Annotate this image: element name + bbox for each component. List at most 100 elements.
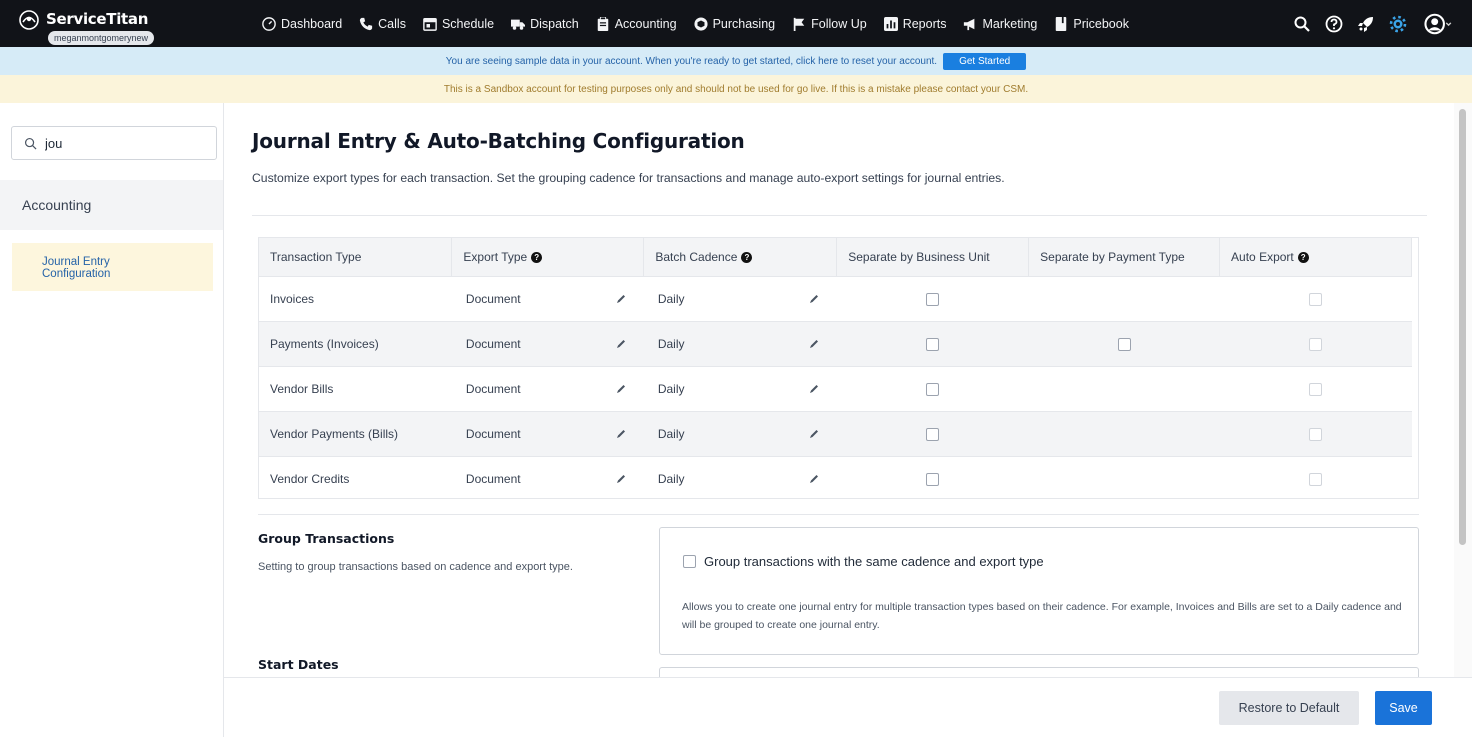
auto-export-checkbox[interactable] (1309, 292, 1323, 306)
get-started-button[interactable]: Get Started (943, 52, 1027, 70)
group-transactions-checkbox[interactable] (683, 555, 696, 568)
cell-batch-cadence[interactable]: Daily (643, 410, 837, 456)
nav-calls[interactable]: Calls (359, 9, 406, 39)
table-header-row: Transaction Type Export Type? Batch Cade… (259, 238, 1412, 276)
brand[interactable]: ServiceTitan meganmontgomerynew (6, 4, 172, 45)
cell-auto-export (1219, 410, 1412, 456)
nav-schedule[interactable]: Schedule (423, 9, 494, 39)
book-icon (1056, 16, 1067, 31)
pencil-icon (809, 294, 818, 303)
scrollbar-thumb[interactable] (1459, 109, 1466, 545)
divider (258, 514, 1419, 515)
cell-export-type[interactable]: Document (451, 365, 644, 411)
settings-button[interactable] (1388, 14, 1408, 34)
export-type-value: Document (465, 426, 521, 441)
help-icon (1325, 15, 1343, 32)
settings-sidebar: Accounting Journal Entry Configuration (0, 103, 224, 737)
separate-business-unit-checkbox[interactable] (926, 337, 940, 351)
page-description: Customize export types for each transact… (252, 171, 1005, 185)
sample-data-message[interactable]: You are seeing sample data in your accou… (446, 56, 937, 67)
clipboard-icon (597, 16, 608, 31)
help-icon[interactable]: ? (531, 252, 543, 264)
search-icon (24, 137, 37, 149)
nav-dispatch[interactable]: Dispatch (511, 9, 579, 39)
cell-export-type[interactable]: Document (451, 275, 644, 321)
nav-label: Follow Up (811, 16, 867, 31)
nav-label: Reports (902, 16, 947, 31)
whats-new-button[interactable] (1356, 14, 1376, 34)
auto-export-checkbox[interactable] (1309, 337, 1323, 351)
nav-label: Calls (378, 16, 406, 31)
start-dates-panel (659, 667, 1419, 677)
nav-marketing[interactable]: Marketing (963, 9, 1037, 39)
main-menu: Dashboard Calls Schedule Dispatch Accoun… (262, 0, 1146, 47)
start-dates-title: Start Dates (258, 657, 339, 672)
cell-separate-payment-type (1028, 320, 1220, 366)
truck-icon (511, 19, 526, 30)
separate-payment-type-checkbox[interactable] (1117, 337, 1131, 351)
top-navigation: ServiceTitan meganmontgomerynew Dashboar… (0, 0, 1472, 47)
cell-auto-export (1219, 275, 1412, 321)
group-transactions-panel: Group transactions with the same cadence… (659, 527, 1419, 655)
nav-dashboard[interactable]: Dashboard (262, 9, 342, 39)
cell-export-type[interactable]: Document (451, 320, 644, 366)
separate-business-unit-checkbox[interactable] (926, 427, 940, 441)
save-button[interactable]: Save (1375, 691, 1432, 725)
main-scrollbar[interactable] (1454, 103, 1472, 677)
auto-export-checkbox[interactable] (1309, 472, 1323, 486)
cell-export-type[interactable]: Document (451, 455, 644, 501)
cell-batch-cadence[interactable]: Daily (643, 275, 837, 321)
sidebar-item-label-line2: Configuration (42, 268, 111, 280)
nav-pricebook[interactable]: Pricebook (1054, 9, 1129, 39)
cell-separate-business-unit (836, 365, 1029, 411)
cell-export-type[interactable]: Document (451, 410, 644, 456)
pencil-icon (809, 474, 818, 483)
nav-label: Dashboard (281, 16, 343, 31)
box-icon (694, 16, 708, 31)
cell-batch-cadence[interactable]: Daily (643, 320, 837, 366)
account-badge: meganmontgomerynew (48, 31, 155, 45)
chart-icon (883, 16, 898, 31)
cell-transaction-type: Vendor Credits (259, 455, 452, 501)
auto-export-checkbox[interactable] (1309, 382, 1323, 396)
cell-batch-cadence[interactable]: Daily (643, 455, 837, 501)
nav-label: Schedule (441, 16, 495, 31)
help-icon[interactable]: ? (1297, 252, 1309, 264)
nav-reports[interactable]: Reports (883, 9, 947, 39)
sidebar-item-journal-entry-configuration[interactable]: Journal Entry Configuration (12, 243, 213, 291)
phone-icon (360, 17, 373, 30)
pencil-icon (809, 384, 818, 393)
megaphone-icon (964, 18, 975, 30)
dashboard-icon (262, 16, 276, 31)
divider (252, 215, 1427, 216)
cell-separate-business-unit (836, 455, 1029, 501)
nav-purchasing[interactable]: Purchasing (694, 9, 775, 39)
user-menu-button[interactable] (1420, 13, 1454, 34)
pencil-icon (616, 474, 625, 483)
separate-business-unit-checkbox[interactable] (926, 382, 940, 396)
rocket-icon (1358, 16, 1373, 32)
cell-transaction-type: Vendor Bills (259, 365, 452, 411)
auto-export-checkbox[interactable] (1309, 427, 1323, 441)
col-transaction-type: Transaction Type (259, 238, 453, 276)
cell-transaction-type: Payments (Invoices) (259, 320, 452, 366)
search-button[interactable] (1292, 14, 1312, 34)
sidebar-search-input[interactable] (45, 135, 195, 151)
separate-business-unit-checkbox[interactable] (926, 292, 940, 306)
group-transactions-option-label: Group transactions with the same cadence… (704, 554, 1044, 569)
sidebar-section-accounting[interactable]: Accounting (0, 180, 223, 230)
group-transactions-option[interactable]: Group transactions with the same cadence… (683, 554, 1044, 569)
batch-cadence-value: Daily (657, 426, 685, 441)
gear-icon (1389, 15, 1407, 32)
nav-utilities (1280, 0, 1454, 47)
col-export-type: Export Type? (451, 238, 645, 276)
help-icon[interactable]: ? (741, 252, 753, 264)
separate-business-unit-checkbox[interactable] (926, 472, 940, 486)
restore-default-button[interactable]: Restore to Default (1219, 691, 1359, 725)
cell-batch-cadence[interactable]: Daily (643, 365, 837, 411)
nav-accounting[interactable]: Accounting (596, 9, 677, 39)
help-button[interactable] (1324, 14, 1344, 34)
export-type-value: Document (465, 471, 521, 486)
batch-cadence-value: Daily (657, 471, 685, 486)
nav-follow-up[interactable]: Follow Up (792, 9, 867, 39)
